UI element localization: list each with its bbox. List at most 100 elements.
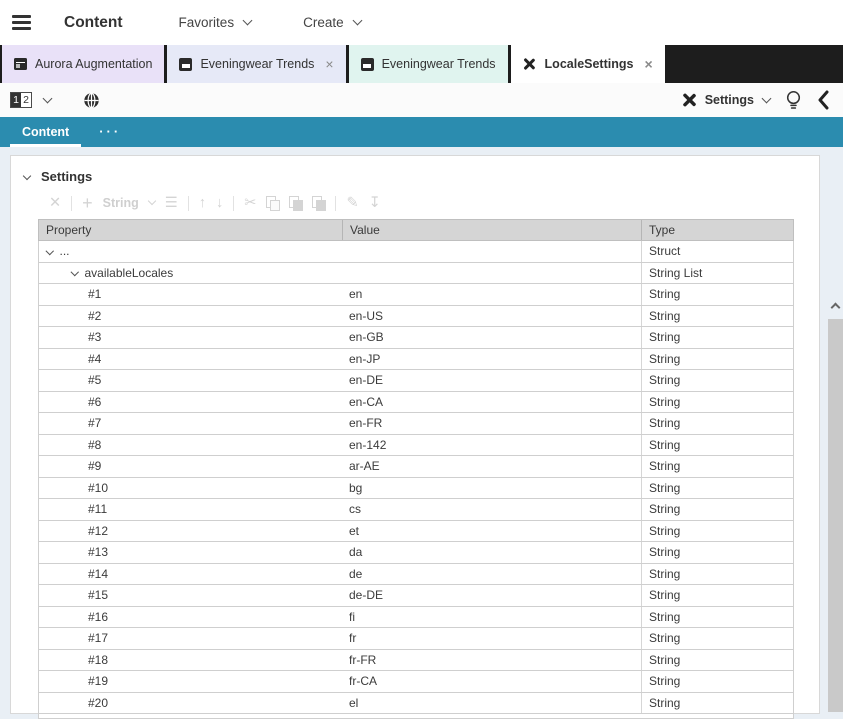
tab-label: Eveningwear Trends [382,57,496,71]
hamburger-menu-icon[interactable] [12,15,31,31]
table-row[interactable]: #5 en-DE String [38,370,794,392]
table-body: ... Struct availableLocales String List … [38,241,794,714]
vertical-scrollbar[interactable] [827,294,843,712]
table-row[interactable]: availableLocales String List [38,263,794,285]
globe-icon[interactable] [83,92,100,109]
expand-chevron-icon[interactable] [46,246,54,254]
document-tab[interactable]: LocaleSettings × [511,45,665,83]
property-name: #2 [88,306,101,327]
property-value [342,263,641,284]
property-name: #3 [88,327,101,348]
table-row-partial [38,714,794,719]
document-tab[interactable]: Eveningwear Trends [349,45,508,83]
move-up-button[interactable]: ↑ [199,196,206,211]
view-switch[interactable]: 1 2 [10,92,32,108]
column-header-property: Property [39,220,342,240]
table-row[interactable]: #1 en String [38,284,794,306]
chevron-down-icon [352,16,362,26]
property-name: #18 [88,650,108,671]
type-select[interactable]: String [103,196,139,210]
view-switch-dropdown-icon[interactable] [43,93,53,103]
property-value: bg [342,478,641,499]
edit-button[interactable]: ✎ [346,196,358,211]
content-area: Settings ✕ + String ☰ ↑ ↓ ✂ ✎ ↧ Property… [0,147,843,712]
property-value: cs [342,499,641,520]
column-header-type: Type [641,220,793,240]
table-row[interactable]: #3 en-GB String [38,327,794,349]
table-row[interactable]: #19 fr-CA String [38,671,794,693]
paste-button[interactable] [289,196,302,210]
table-row[interactable]: #13 da String [38,542,794,564]
property-value: en-JP [342,349,641,370]
property-type: String [641,650,793,671]
property-type: String [641,521,793,542]
toolbar-separator [71,196,72,211]
property-type: String [641,456,793,477]
table-row[interactable]: #2 en-US String [38,306,794,328]
tab-content[interactable]: Content [22,125,69,147]
table-row[interactable]: #14 de String [38,564,794,586]
table-row[interactable]: #20 el String [38,693,794,715]
collapse-section-icon[interactable] [23,171,31,179]
document-tab[interactable]: Eveningwear Trends × [167,45,345,83]
settings-dropdown[interactable]: Settings [682,93,770,107]
table-row[interactable]: #12 et String [38,521,794,543]
create-menu[interactable]: Create [303,15,361,30]
property-name: #7 [88,413,101,434]
property-name: #4 [88,349,101,370]
property-type: String List [641,263,793,284]
property-type: String [641,585,793,606]
property-value: fi [342,607,641,628]
scrollbar-thumb[interactable] [828,319,843,712]
settings-panel: Settings ✕ + String ☰ ↑ ↓ ✂ ✎ ↧ Property… [10,155,820,714]
table-row[interactable]: ... Struct [38,241,794,263]
create-menu-label: Create [303,15,344,30]
property-value: en-DE [342,370,641,391]
chevron-down-icon [243,16,253,26]
property-value: el [342,693,641,714]
table-row[interactable]: #10 bg String [38,478,794,500]
property-type: String [641,306,793,327]
property-value: en [342,284,641,305]
property-name: #10 [88,478,108,499]
table-row[interactable]: #18 fr-FR String [38,650,794,672]
table-row[interactable]: #17 fr String [38,628,794,650]
property-name: #5 [88,370,101,391]
close-icon[interactable]: × [644,57,652,71]
property-value: de [342,564,641,585]
property-value: en-US [342,306,641,327]
property-type: String [641,499,793,520]
copy-button[interactable] [266,196,279,210]
table-row[interactable]: #7 en-FR String [38,413,794,435]
table-row[interactable]: #15 de-DE String [38,585,794,607]
more-tabs-icon[interactable]: ··· [99,124,121,147]
table-row[interactable]: #11 cs String [38,499,794,521]
lightbulb-icon[interactable] [785,90,802,111]
table-row[interactable]: #4 en-JP String [38,349,794,371]
expand-chevron-icon[interactable] [71,268,79,276]
scroll-up-icon[interactable] [830,303,840,313]
tools-icon [681,92,697,108]
table-row[interactable]: #16 fi String [38,607,794,629]
close-icon[interactable]: × [325,57,333,71]
table-row[interactable]: #9 ar-AE String [38,456,794,478]
add-list-button[interactable]: ☰ [165,196,178,211]
table-row[interactable]: #6 en-CA String [38,392,794,414]
property-type: String [641,370,793,391]
add-button[interactable]: + [82,194,93,212]
property-type: String [641,349,793,370]
document-tab[interactable]: Aurora Augmentation [2,45,164,83]
remove-button[interactable]: ✕ [49,196,61,211]
collapse-panel-icon[interactable] [817,90,829,110]
cut-button[interactable]: ✂ [244,196,256,211]
property-name: availableLocales [85,263,174,284]
table-row[interactable]: #8 en-142 String [38,435,794,457]
chevron-down-icon[interactable] [148,197,156,205]
toolbar-separator [188,196,189,211]
chevron-down-icon [762,93,772,103]
favorites-menu[interactable]: Favorites [179,15,252,30]
move-down-button[interactable]: ↓ [216,196,223,211]
paste-special-button[interactable] [312,196,325,210]
import-button[interactable]: ↧ [369,196,381,211]
settings-section-header: Settings [11,156,819,184]
